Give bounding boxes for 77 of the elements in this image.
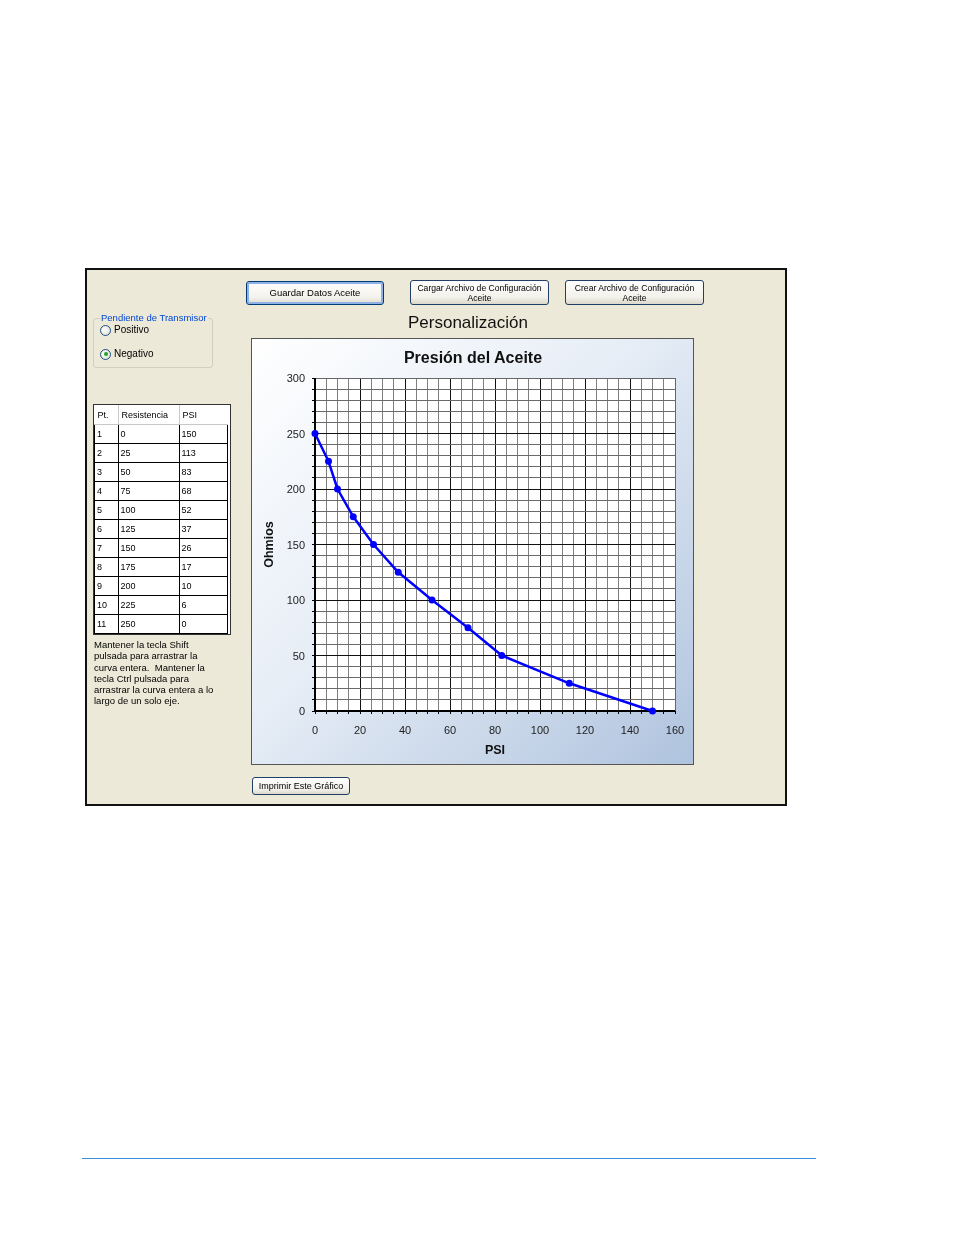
y-tick-label: 150	[286, 538, 305, 551]
y-tick-label: 50	[292, 649, 305, 662]
table-cell: 125	[118, 519, 179, 539]
y-tick-label: 250	[286, 427, 305, 440]
table-cell: 225	[118, 595, 179, 615]
data-point	[498, 652, 506, 659]
table-cell: 25	[118, 443, 179, 463]
x-tick-label: 160	[665, 724, 685, 736]
table-cell: 150	[118, 538, 179, 558]
table-cell: 83	[179, 462, 228, 482]
column-header: Pt.	[94, 405, 118, 425]
print-chart-button[interactable]: Imprimir Este Gráfico	[252, 777, 350, 795]
chart-title: Presión del Aceite	[403, 349, 543, 366]
y-tick-label: 0	[298, 705, 305, 717]
data-point	[464, 624, 472, 632]
radio-button[interactable]	[100, 324, 111, 336]
x-tick-label: 120	[575, 724, 595, 736]
data-point	[394, 568, 402, 576]
table-cell: 52	[179, 500, 228, 520]
x-tick-label: 60	[443, 724, 457, 736]
radio-label: Positivo	[114, 324, 149, 336]
table-cell: 50	[118, 462, 179, 482]
table-cell: 150	[179, 424, 228, 444]
table-cell: 8	[94, 557, 118, 577]
x-tick-label: 0	[311, 724, 319, 736]
x-tick-label: 100	[530, 724, 550, 736]
y-tick-label: 200	[286, 483, 305, 495]
table-cell: 0	[118, 424, 179, 444]
table-cell: 11	[94, 614, 118, 634]
section-heading: Personalización	[408, 313, 528, 333]
y-tick-label: 100	[286, 594, 305, 606]
table-cell: 68	[179, 481, 228, 501]
table-cell: 9	[94, 576, 118, 596]
table-cell: 37	[179, 519, 228, 539]
table-cell: 17	[179, 557, 228, 577]
table-cell: 3	[94, 462, 118, 482]
data-point	[428, 596, 436, 604]
x-tick-label: 40	[398, 724, 412, 736]
data-point	[311, 430, 319, 437]
table-cell: 0	[179, 614, 228, 634]
radio-label: Negativo	[114, 348, 154, 360]
table-cell: 75	[118, 481, 179, 501]
help-text: Mantener la tecla Shift pulsada para arrastrar la curva entera. Mantener la tecla Ctrl pulsada para arrastrar la curva entera a lo largo de un solo eje.	[94, 639, 215, 707]
table-cell: 113	[179, 443, 228, 463]
table-cell: 250	[118, 614, 179, 634]
column-header: PSI	[179, 405, 228, 425]
column-header: Resistencia	[118, 405, 179, 425]
table-cell: 200	[118, 576, 179, 596]
group-title: Pendiente de Transmisor	[100, 312, 208, 324]
table-cell: 100	[118, 500, 179, 520]
data-point	[370, 541, 377, 548]
table-cell: 10	[94, 595, 118, 615]
table-cell: 10	[179, 576, 228, 596]
table-cell: 26	[179, 538, 228, 558]
data-point	[325, 457, 332, 465]
create-config-button[interactable]: Crear Archivo de Configuración Aceite	[565, 280, 704, 305]
table-cell: 5	[94, 500, 118, 520]
table-cell: 6	[179, 595, 228, 615]
table-cell: 2	[94, 443, 118, 463]
table-cell: 6	[94, 519, 118, 539]
save-data-button[interactable]: Guardar Datos Aceite	[246, 281, 384, 305]
data-point	[649, 707, 656, 715]
x-tick-label: 20	[353, 724, 367, 736]
x-tick-label: 140	[620, 724, 640, 736]
table-cell: 1	[94, 424, 118, 444]
table-cell: 175	[118, 557, 179, 577]
table-cell: 4	[94, 481, 118, 501]
data-point	[334, 485, 341, 493]
data-point	[349, 513, 357, 521]
x-tick-label: 80	[488, 724, 502, 736]
data-point	[565, 679, 573, 687]
axis-title: Ohmios	[262, 521, 276, 568]
radio-button[interactable]	[100, 348, 111, 360]
y-tick-label: 300	[286, 372, 305, 384]
load-config-button[interactable]: Cargar Archivo de Configuración Aceite	[410, 280, 549, 305]
axis-title: PSI	[484, 743, 506, 757]
table-cell: 7	[94, 538, 118, 558]
